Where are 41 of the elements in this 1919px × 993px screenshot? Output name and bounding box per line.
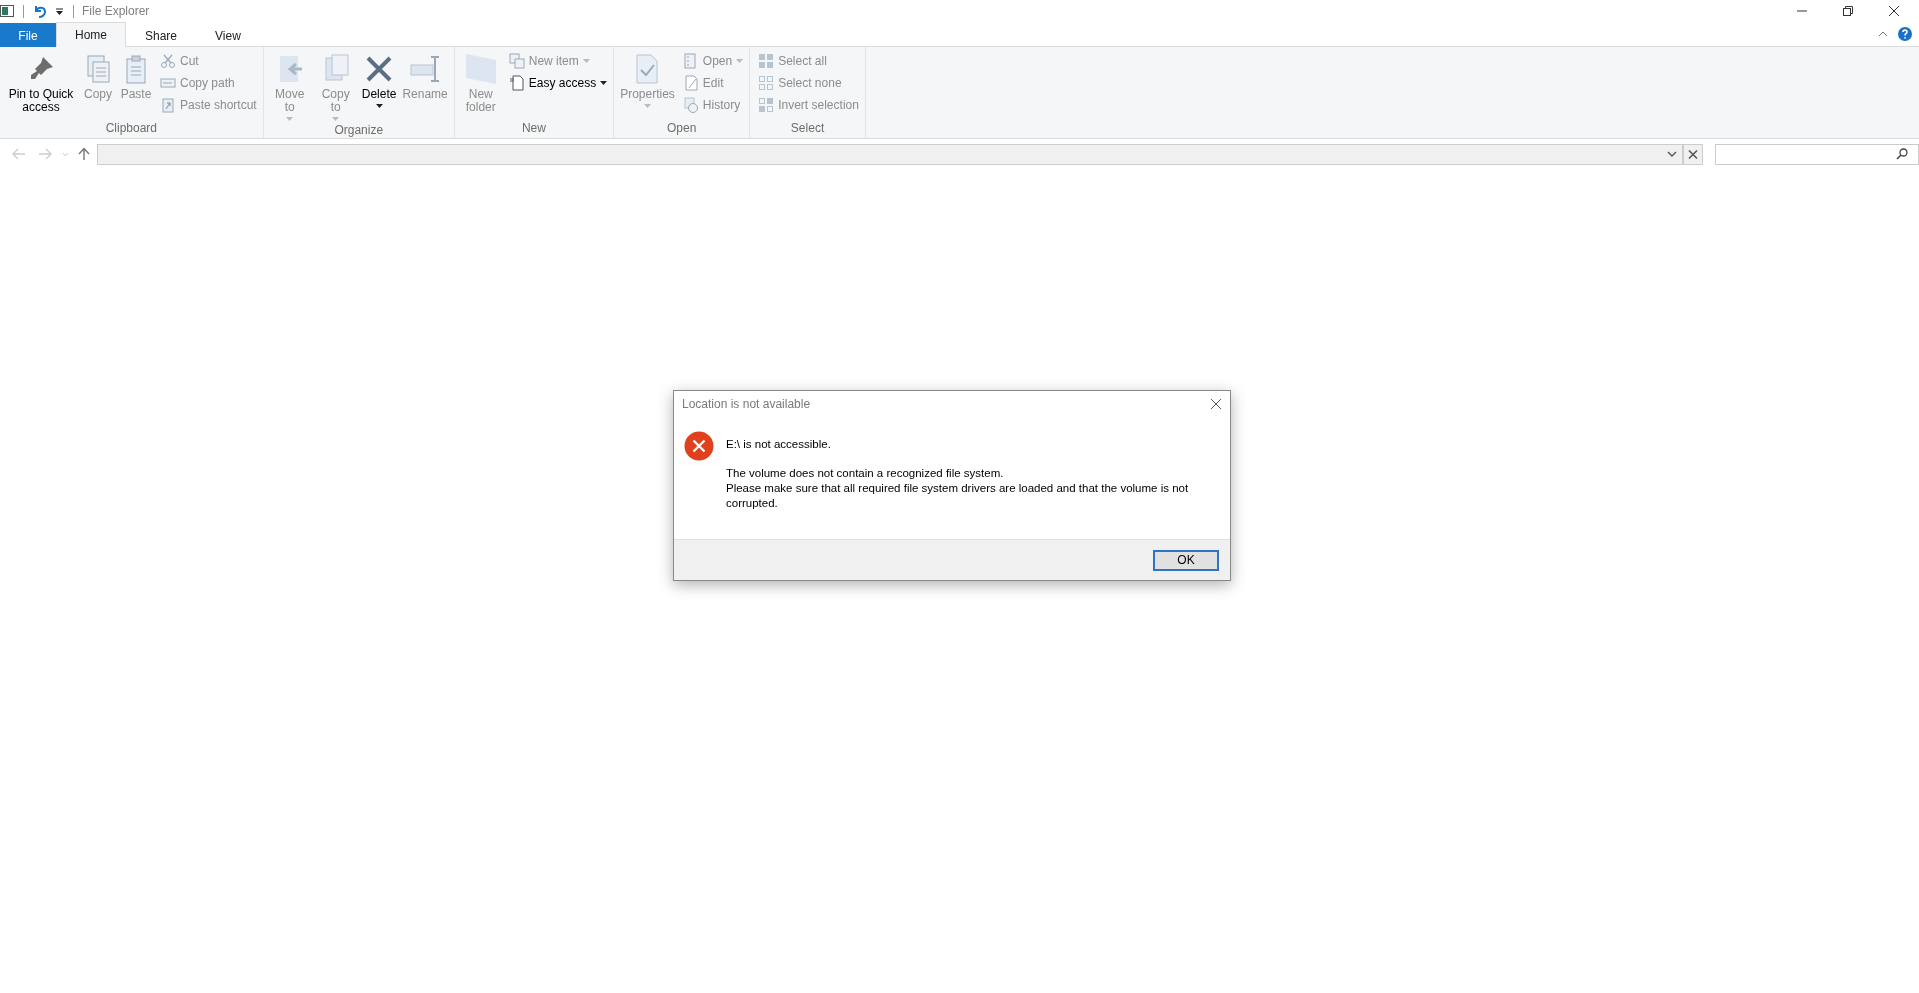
help-icon[interactable] — [1898, 27, 1912, 41]
rename-icon — [409, 53, 442, 85]
error-message: The volume does not contain a recognized file system. — [726, 466, 1005, 481]
group-label: New — [520, 121, 547, 137]
ribbon-tab[interactable]: Home — [56, 22, 126, 47]
window-title: File Explorer — [82, 4, 150, 18]
dialog-title: Location is not available — [682, 397, 811, 411]
folder-icon — [464, 53, 497, 85]
ribbon-button[interactable]: Easy access — [505, 73, 611, 93]
search-icon — [1896, 148, 1908, 160]
error-icon — [684, 431, 714, 461]
pencil-document-icon — [682, 75, 699, 91]
group-label: Clipboard — [104, 121, 159, 137]
close-icon[interactable] — [1210, 398, 1222, 410]
group-label: Select — [789, 121, 826, 137]
up-arrow-icon[interactable] — [78, 147, 90, 161]
documents-icon — [508, 53, 525, 69]
grid-icon — [758, 75, 775, 91]
ribbon-tab[interactable]: View — [196, 23, 260, 47]
chevron-down-icon[interactable] — [1667, 150, 1677, 158]
error-message: Please make sure that all required file system drivers are loaded and that the volume is not corrupted. — [726, 481, 1190, 511]
dropdown-caret-icon[interactable] — [55, 6, 64, 16]
ok-button[interactable]: OK — [1153, 549, 1219, 571]
list-icon — [682, 53, 699, 69]
app-icon[interactable] — [0, 5, 14, 17]
grid-icon — [758, 97, 775, 113]
group-label: Open — [665, 121, 698, 137]
ribbon-tab[interactable]: Share — [126, 23, 197, 47]
clear-icon[interactable] — [1683, 143, 1703, 165]
document-icon — [508, 75, 525, 91]
group-label: Organize — [333, 123, 385, 138]
undo-icon[interactable] — [33, 4, 47, 18]
error-heading: E:\ is not accessible. — [726, 437, 832, 452]
search-field[interactable] — [1715, 143, 1919, 165]
shortcut-icon — [160, 97, 176, 113]
ribbon-button[interactable]: Pin to Quick access — [3, 51, 79, 121]
scissors-icon — [160, 53, 176, 69]
grid-icon — [758, 53, 775, 69]
ribbon-tab[interactable]: File — [0, 23, 56, 47]
ribbon-button[interactable]: Delete — [358, 51, 400, 123]
collapse-caret-icon[interactable] — [1878, 30, 1888, 37]
